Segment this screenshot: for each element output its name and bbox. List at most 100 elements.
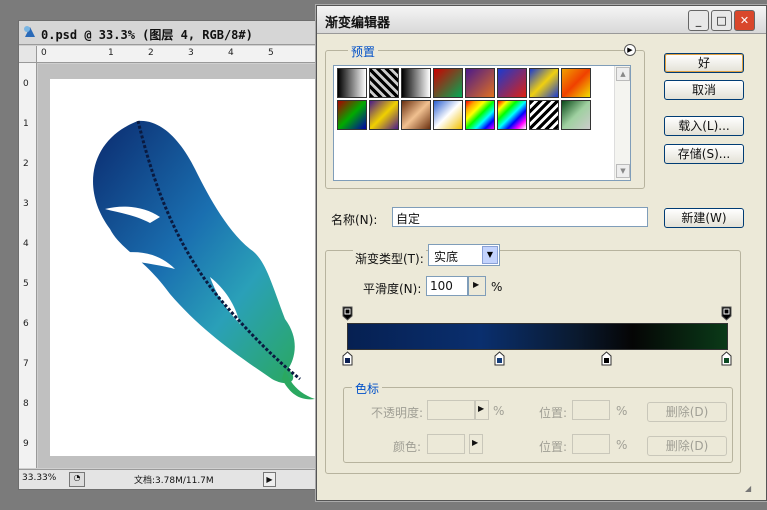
preset-swatch[interactable] [337,68,367,98]
ruler-v-label: 0 [23,79,29,89]
ruler-h-label: 0 [41,48,47,58]
color-stop-4[interactable] [721,351,732,366]
vertical-ruler[interactable]: 0 1 2 3 4 5 6 7 8 9 [19,63,37,468]
color-stop-3[interactable] [601,351,612,366]
gradient-preview-bar[interactable] [347,323,728,350]
canvas[interactable] [50,79,328,456]
name-input[interactable]: 自定 [392,207,648,227]
presets-list[interactable]: ▲ ▼ [333,65,631,181]
ruler-h-label: 3 [188,48,194,58]
smoothness-arrow-icon[interactable]: ▶ [468,276,486,296]
opacity-percent: % [493,404,505,418]
ruler-v-label: 5 [23,279,29,289]
color-label: 颜色: [393,440,422,454]
smoothness-input[interactable]: 100 [426,276,468,296]
scroll-up-icon[interactable]: ▲ [616,67,630,81]
color-swatch-input[interactable] [427,434,465,454]
ruler-origin[interactable] [19,46,37,63]
color-stop-4-swatch [724,358,729,363]
opacity-label: 不透明度: [371,406,424,420]
color-stops-legend: 色标 [352,380,383,397]
opacity-position-label: 位置: [539,406,568,420]
delete-color-stop-button[interactable]: 删除(D) [647,436,727,456]
maximize-button[interactable]: □ [711,10,732,31]
zoom-level[interactable]: 33.33% [22,473,62,487]
preset-swatch[interactable] [497,100,527,130]
preset-swatch[interactable] [369,100,399,130]
ruler-h-label: 4 [228,48,234,58]
color-stop-1-swatch [345,358,350,363]
opacity-position-percent: % [616,404,628,418]
opacity-stop-left[interactable] [342,306,353,321]
color-position-label: 位置: [539,440,568,454]
gradient-type-label: 渐变类型(T): [353,250,426,267]
ruler-v-label: 7 [23,359,29,369]
preset-swatch[interactable] [561,100,591,130]
status-bar: 33.33% ◔ 文档:3.78M/11.7M ▶ [19,469,327,489]
save-button[interactable]: 存储(S)... [664,144,744,164]
delete-opacity-stop-button[interactable]: 删除(D) [647,402,727,422]
cancel-button[interactable]: 取消 [664,80,744,100]
chevron-down-icon[interactable]: ▼ [482,246,498,264]
name-label: 名称(N): [331,213,378,227]
presets-scrollbar[interactable]: ▲ ▼ [614,66,630,180]
ruler-v-label: 4 [23,239,29,249]
presets-legend: 预置 [348,43,379,60]
dialog-title: 渐变编辑器 [325,16,391,31]
close-button[interactable]: ✕ [734,10,755,31]
preset-swatch[interactable] [433,100,463,130]
preset-swatch[interactable] [401,100,431,130]
scroll-down-icon[interactable]: ▼ [616,164,630,178]
ok-button[interactable]: 好 [664,53,744,73]
preset-swatch[interactable] [433,68,463,98]
ruler-v-label: 9 [23,439,29,449]
ruler-h-label: 5 [268,48,274,58]
canvas-area[interactable] [38,64,328,468]
document-window: 0.psd @ 33.3% (图层 4, RGB/8#) 0 1 2 3 4 5… [18,20,328,490]
preset-swatch[interactable] [529,68,559,98]
opacity-stop-right[interactable] [721,306,732,321]
gradient-type-select[interactable]: 实底 ▼ [428,244,500,266]
ruler-v-label: 8 [23,399,29,409]
status-arrow-button[interactable]: ▶ [263,472,276,487]
color-stop-2[interactable] [494,351,505,366]
ruler-v-label: 6 [23,319,29,329]
new-button[interactable]: 新建(W) [664,208,744,228]
load-button[interactable]: 载入(L)... [664,116,744,136]
color-position-input[interactable] [572,434,610,454]
ruler-v-label: 1 [23,119,29,129]
document-size: 文档:3.78M/11.7M [134,476,214,486]
photoshop-doc-icon [24,26,35,37]
color-stop-3-swatch [604,358,609,363]
preset-swatch[interactable] [369,68,399,98]
opacity-input[interactable] [427,400,475,420]
ruler-v-label: 3 [23,199,29,209]
preset-swatch[interactable] [401,68,431,98]
presets-menu-icon[interactable]: ▶ [624,44,636,56]
preset-swatch[interactable] [497,68,527,98]
preset-swatch[interactable] [337,100,367,130]
minimize-button[interactable]: _ [688,10,709,31]
ruler-h-label: 2 [148,48,154,58]
color-position-percent: % [616,438,628,452]
status-menu-button[interactable]: ◔ [69,472,85,487]
opacity-position-input[interactable] [572,400,610,420]
color-arrow-icon[interactable]: ▶ [469,434,483,454]
document-title-bar[interactable]: 0.psd @ 33.3% (图层 4, RGB/8#) [19,21,327,45]
preset-swatch[interactable] [561,68,591,98]
ruler-h-label: 1 [108,48,114,58]
preset-swatch[interactable] [465,100,495,130]
dialog-title-bar[interactable]: 渐变编辑器 _ □ ✕ [317,6,766,34]
color-stop-2-swatch [497,358,502,363]
resize-grip-icon[interactable]: ◢ [745,484,755,494]
opacity-arrow-icon[interactable]: ▶ [475,400,489,420]
ruler-v-label: 2 [23,159,29,169]
preset-swatch[interactable] [529,100,559,130]
horizontal-ruler[interactable]: 0 1 2 3 4 5 [37,46,327,63]
gradient-editor-dialog: 渐变编辑器 _ □ ✕ 预置 ▶ ▲ ▼ 好 取消 载入(L)... 存储(S)… [316,5,767,501]
preset-swatch[interactable] [465,68,495,98]
presets-group: 预置 ▶ ▲ ▼ [325,43,645,189]
color-stop-1[interactable] [342,351,353,366]
feather-artwork [93,120,315,400]
smoothness-label: 平滑度(N): [363,282,422,296]
